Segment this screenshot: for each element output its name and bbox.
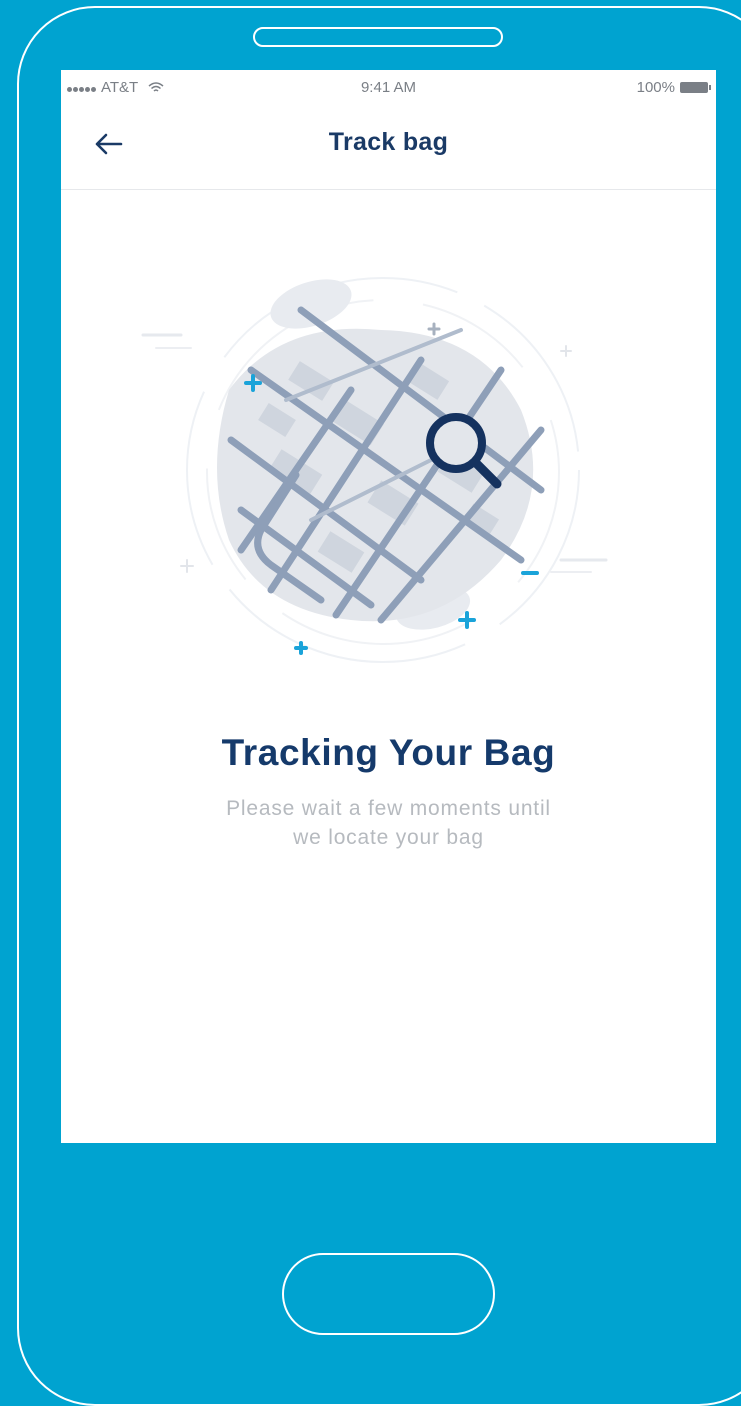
battery-icon <box>680 82 711 93</box>
status-time: 9:41 AM <box>360 79 417 96</box>
status-message-line-2: we locate your bag <box>293 826 484 849</box>
page-title: Track bag <box>328 128 449 156</box>
app-screen: AT&T 9:41 AM 100% Track bag Tracking You… <box>61 70 716 1143</box>
status-bar: AT&T 9:41 AM 100% <box>61 70 716 106</box>
phone-speaker <box>253 27 503 47</box>
status-heading: Tracking Your Bag <box>221 732 556 773</box>
map-search-illustration <box>141 277 608 663</box>
home-button[interactable] <box>282 1253 495 1335</box>
status-message: Please wait a few moments until we locat… <box>61 794 716 852</box>
battery-status: 100% <box>636 79 711 96</box>
status-message-line-1: Please wait a few moments until <box>226 797 551 820</box>
battery-percent: 100% <box>636 79 675 96</box>
navigation-bar: Track bag <box>61 106 716 190</box>
